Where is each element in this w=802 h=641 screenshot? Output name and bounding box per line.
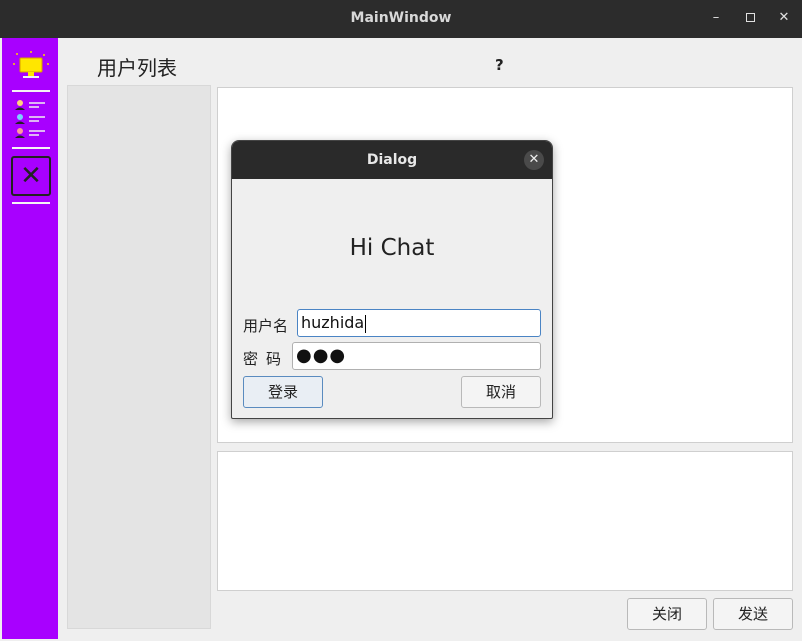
dialog-close-button[interactable]: ✕ [524,150,544,170]
username-value: huzhida [301,313,365,332]
login-button[interactable]: 登录 [243,376,323,408]
password-label: 密码 [243,350,290,368]
cancel-button[interactable]: 取消 [461,376,541,408]
minimize-button[interactable]: – [707,9,725,27]
text-caret [365,314,367,333]
window-titlebar: MainWindow – ✕ [0,0,802,38]
maximize-icon [745,13,755,22]
sidebar-separator [12,90,50,92]
close-x-icon: ✕ [20,161,42,191]
username-field[interactable]: huzhida [297,309,541,337]
window-close-button[interactable]: ✕ [775,9,793,27]
sidebar-separator [12,147,50,149]
send-button[interactable]: 发送 [713,598,793,630]
password-field[interactable]: ●●● [292,342,541,370]
sidebar-close-button[interactable]: ✕ [11,156,51,196]
user-list-icon[interactable] [11,97,51,139]
main-window-client: ✕ 用户列表 ? 关闭 发送 Dialog ✕ Hi Chat 用户名 huzh… [0,38,802,641]
monitor-icon[interactable] [11,50,51,84]
sidebar-separator [12,202,50,204]
window-title: MainWindow [350,10,452,26]
username-label: 用户名 [243,317,289,335]
dialog-titlebar: Dialog ✕ [232,141,552,179]
dialog-heading: Hi Chat [349,235,435,261]
message-input[interactable] [217,451,793,591]
close-icon: ✕ [528,152,540,167]
chat-header-label: ? [495,56,504,74]
sidebar: ✕ [2,38,58,639]
login-dialog: Dialog ✕ Hi Chat 用户名 huzhida 密码 ●●● 登录 取… [231,140,553,419]
user-list-title: 用户列表 [97,56,177,80]
user-list[interactable] [67,85,211,629]
close-button[interactable]: 关闭 [627,598,707,630]
maximize-button[interactable] [741,9,759,27]
password-mask: ●●● [296,345,347,366]
dialog-title: Dialog [366,152,418,168]
